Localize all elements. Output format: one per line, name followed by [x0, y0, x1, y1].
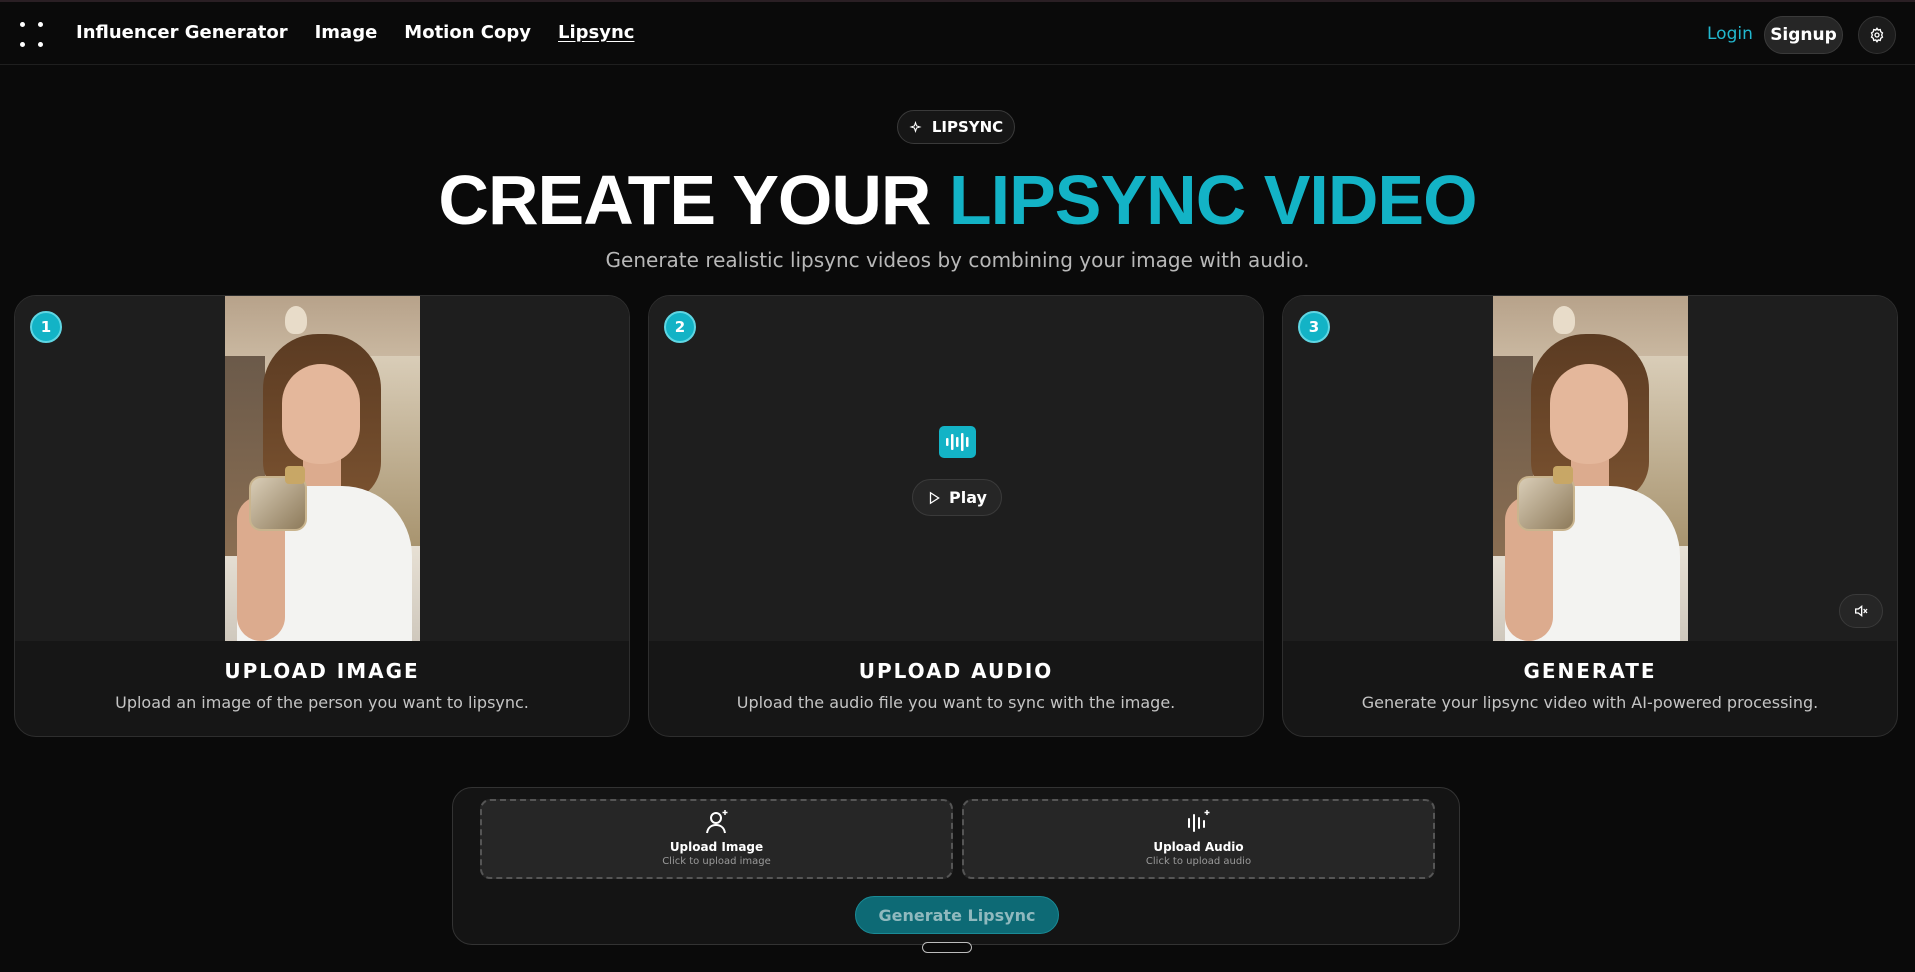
- nav-link-influencer-generator[interactable]: Influencer Generator: [76, 22, 288, 43]
- play-label: Play: [949, 488, 987, 507]
- title-accent: LIPSYNC VIDEO: [948, 161, 1478, 239]
- nav-link-image[interactable]: Image: [315, 22, 378, 43]
- sparkle-icon: [909, 120, 922, 133]
- nav-link-motion-copy[interactable]: Motion Copy: [404, 22, 531, 43]
- step-description: Generate your lipsync video with AI-powe…: [1361, 693, 1819, 712]
- step-description: Upload the audio file you want to sync w…: [736, 693, 1176, 712]
- mute-toggle-button[interactable]: [1839, 594, 1883, 628]
- step-card-upload-image: 1 UPLOAD IMAGE Upload an image of the pe…: [14, 295, 630, 737]
- audio-wave-icon: [939, 426, 976, 458]
- step-media: 2 Play: [649, 296, 1263, 641]
- title-plain: CREATE YOUR: [438, 161, 931, 239]
- page-title: CREATE YOUR LIPSYNC VIDEO: [0, 160, 1915, 240]
- step-number: 2: [664, 311, 696, 343]
- step-title: GENERATE: [1523, 659, 1657, 683]
- upload-image-hint: Click to upload image: [662, 856, 771, 867]
- step-card-generate: 3 GENERATE Generate your lipsync video w…: [1282, 295, 1898, 737]
- upload-audio-dropzone[interactable]: Upload Audio Click to upload audio: [962, 799, 1435, 879]
- nav-links: Influencer Generator Image Motion Copy L…: [76, 22, 634, 43]
- signup-button[interactable]: Signup: [1764, 16, 1843, 54]
- step-card-upload-audio: 2 Play UPLOAD AUDIO Upload the audio fil…: [648, 295, 1264, 737]
- upload-panel: Upload Image Click to upload image Uploa…: [452, 787, 1460, 945]
- gear-icon: [1870, 27, 1884, 43]
- upload-audio-title: Upload Audio: [1153, 840, 1244, 854]
- app-logo-icon[interactable]: [18, 20, 46, 50]
- upload-image-dropzone[interactable]: Upload Image Click to upload image: [480, 799, 953, 879]
- sample-person-image: [225, 296, 420, 641]
- step-media: 3: [1283, 296, 1897, 641]
- generate-lipsync-button[interactable]: Generate Lipsync: [855, 896, 1059, 934]
- upload-image-title: Upload Image: [669, 840, 764, 854]
- speaker-muted-icon: [1855, 604, 1868, 618]
- play-icon: [929, 491, 940, 504]
- step-media: 1: [15, 296, 629, 641]
- top-navigation-bar: Influencer Generator Image Motion Copy L…: [0, 2, 1915, 65]
- scroll-handle[interactable]: [922, 942, 972, 953]
- step-title: UPLOAD AUDIO: [858, 659, 1054, 683]
- nav-link-lipsync[interactable]: Lipsync: [558, 22, 634, 43]
- user-plus-icon: [705, 810, 727, 834]
- audio-plus-icon: [1187, 810, 1209, 832]
- login-link[interactable]: Login: [1707, 24, 1753, 44]
- section-badge: LIPSYNC: [897, 110, 1015, 144]
- settings-button[interactable]: [1858, 16, 1896, 54]
- upload-audio-hint: Click to upload audio: [1145, 856, 1252, 867]
- step-title: UPLOAD IMAGE: [224, 659, 420, 683]
- page-subtitle: Generate realistic lipsync videos by com…: [605, 248, 1310, 272]
- step-number: 1: [30, 311, 62, 343]
- result-video-preview[interactable]: [1493, 296, 1688, 641]
- play-audio-button[interactable]: Play: [912, 479, 1002, 516]
- step-description: Upload an image of the person you want t…: [115, 693, 529, 712]
- step-number: 3: [1298, 311, 1330, 343]
- badge-label: LIPSYNC: [931, 118, 1004, 136]
